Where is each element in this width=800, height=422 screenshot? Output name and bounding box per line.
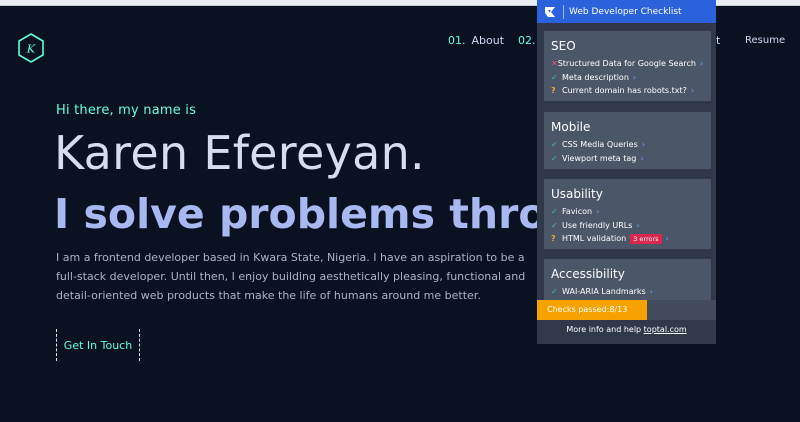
check-item[interactable]: ✓ Meta description › [551,71,703,85]
checklist-scroll-area[interactable]: SEO ✕ Structured Data for Google Search › … [537,23,716,300]
check-label: Current domain has robots.txt? [562,86,687,96]
section-usability: Usability ✓ Favicon › ✓ Use friendly URLs › … [544,179,711,249]
check-item[interactable]: ✓ Use friendly URLs › [551,219,703,233]
check-icon: ✓ [551,287,558,297]
check-item[interactable]: ✓ Viewport meta tag › [551,152,703,166]
main-nav: 01. About 02. E [448,34,548,47]
progress-text: Checks passed:8/13 [547,305,628,314]
hexagon-logo-icon: K [18,33,44,63]
check-icon: ✓ [551,72,558,82]
resume-link[interactable]: Resume [745,35,785,46]
check-icon: ✓ [551,220,558,230]
chevron-right-icon: › [596,207,600,217]
nav-item-label: About [471,34,505,47]
check-icon: ✓ [551,140,558,150]
logo-letter: K [26,43,36,56]
hero-greeting: Hi there, my name is [56,103,197,118]
site-logo[interactable]: K [16,32,46,64]
check-icon: ✓ [551,207,558,217]
section-accessibility: Accessibility ✓ WAI-ARIA Landmarks › [544,259,711,300]
section-title: SEO [551,39,576,53]
check-item[interactable]: ? HTML validation 3 errors › [551,232,703,246]
chevron-right-icon: › [649,287,653,297]
nav-item-tail[interactable]: t [716,34,720,47]
chevron-right-icon: › [690,86,695,96]
section-title: Usability [551,187,603,201]
footer-text: More info and help [566,325,642,334]
check-label: Favicon [562,207,593,217]
header-separator [563,4,564,19]
section-title: Mobile [551,120,591,134]
check-label: CSS Media Queries [562,140,638,150]
chevron-right-icon: › [640,153,644,163]
check-item[interactable]: ✓ Favicon › [551,205,703,219]
error-badge: 3 errors [630,233,662,244]
checklist-logo-icon [537,0,563,23]
hero-name: Karen Efereyan. [54,126,425,180]
hero-bio: I am a frontend developer based in Kwara… [56,251,526,302]
checklist-footer: More info and help toptal.com [537,320,716,344]
chevron-right-icon: › [632,72,637,82]
checklist-title: Web Developer Checklist [569,6,682,17]
section-title: Accessibility [551,267,625,281]
nav-item-number: 01. [448,34,466,47]
check-label: WAI-ARIA Landmarks [562,287,646,297]
checklist-extension-panel: Web Developer Checklist SEO ✕ Structured … [537,0,716,344]
nav-item-number: 02. [518,34,536,47]
cross-icon: ✕ [551,59,558,69]
get-in-touch-button[interactable]: Get In Touch [56,329,140,361]
nav-item-about[interactable]: 01. About [448,34,504,47]
check-label: HTML validation [562,234,627,244]
check-item[interactable]: ? Current domain has robots.txt? › [551,84,703,98]
checklist-header: Web Developer Checklist [537,0,716,23]
chevron-right-icon: › [699,59,704,69]
check-label: Viewport meta tag [562,153,637,163]
chevron-right-icon: › [641,140,645,150]
check-item[interactable]: ✕ Structured Data for Google Search › [551,57,703,71]
section-seo: SEO ✕ Structured Data for Google Search › … [544,31,711,101]
section-mobile: Mobile ✓ CSS Media Queries › ✓ Viewport met… [544,112,711,169]
check-label: Use friendly URLs [562,220,633,230]
check-item[interactable]: ✓ CSS Media Queries › [551,138,703,152]
check-icon: ✓ [551,153,558,163]
checks-progress-bar: Checks passed:8/13 [537,300,716,320]
question-icon: ? [551,234,556,244]
question-icon: ? [551,86,556,96]
check-label: Structured Data for Google Search [557,59,696,69]
toptal-link[interactable]: toptal.com [644,325,687,334]
chevron-right-icon: › [636,220,640,230]
check-item[interactable]: ✓ WAI-ARIA Landmarks › [551,285,703,299]
chevron-right-icon: › [665,234,669,244]
check-label: Meta description [562,72,629,82]
